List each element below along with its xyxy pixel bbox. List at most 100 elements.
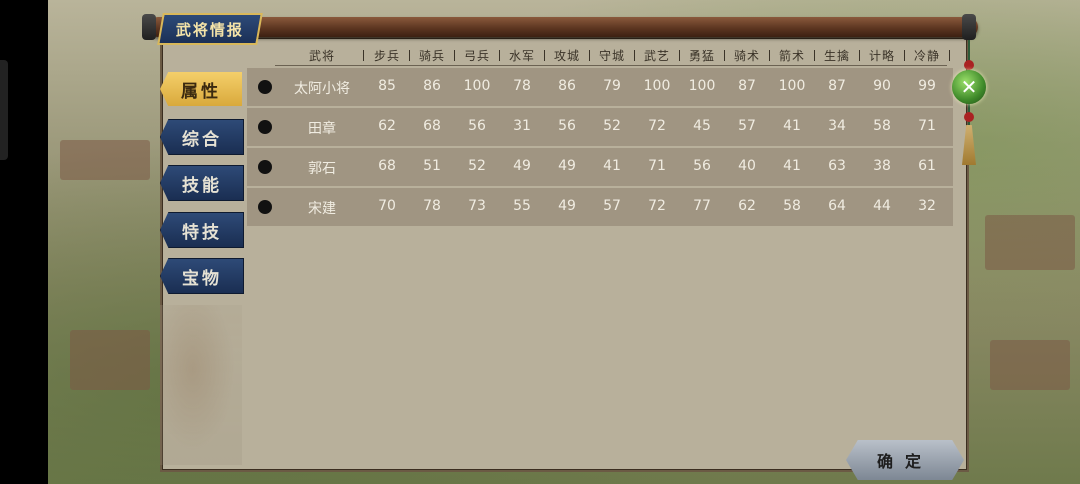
stat-value: 41 — [603, 158, 621, 174]
stat-value: 68 — [378, 158, 396, 174]
stat-value: 77 — [693, 198, 711, 214]
general-name: 太阿小将 — [294, 81, 350, 97]
table-row[interactable]: 太阿小将 85 86 100 78 86 79 100 100 87 100 87 90 99 — [247, 68, 953, 106]
stat-value: 72 — [648, 198, 666, 214]
header-stat: 计略 — [868, 49, 895, 63]
stat-value: 100 — [463, 78, 491, 94]
background-roof — [70, 330, 150, 390]
tab-overview[interactable]: 综合 — [160, 119, 244, 155]
attribute-table: 武将 步兵 骑兵 弓兵 水军 攻城 守城 武艺 勇猛 骑术 箭术 生擒 计略 冷静 太阿小将 85 86 100… — [247, 44, 953, 226]
table-header: 武将 步兵 骑兵 弓兵 水军 攻城 守城 武艺 勇猛 骑术 箭术 生擒 计略 冷静 — [247, 44, 953, 66]
stat-value: 40 — [738, 158, 756, 174]
general-name: 田章 — [308, 121, 336, 137]
close-icon[interactable]: ✕ — [952, 70, 986, 104]
ornament-tassel — [962, 125, 976, 165]
stat-value: 68 — [423, 118, 441, 134]
table-row[interactable]: 宋建 70 78 73 55 49 57 72 77 62 58 64 44 32 — [247, 188, 953, 226]
row-select-marker[interactable] — [258, 160, 272, 174]
close-ornament: ✕ — [950, 40, 988, 170]
stat-value: 32 — [918, 198, 936, 214]
stat-value: 62 — [738, 198, 756, 214]
table-row[interactable]: 田章 62 68 56 31 56 52 72 45 57 41 34 58 71 — [247, 108, 953, 146]
stat-value: 58 — [783, 198, 801, 214]
stat-value: 87 — [738, 78, 756, 94]
stat-value: 31 — [513, 118, 531, 134]
header-stat: 冷静 — [913, 49, 940, 63]
ornament-bead — [964, 60, 974, 70]
tab-column: 属性 综合 技能 特技 宝物 — [160, 65, 244, 466]
header-stat: 勇猛 — [688, 49, 715, 63]
stat-value: 41 — [783, 158, 801, 174]
header-stat: 弓兵 — [463, 49, 490, 63]
scroll-rod-cap-right — [962, 14, 976, 40]
header-general: 武将 — [308, 49, 335, 63]
header-stat: 攻城 — [553, 49, 580, 63]
stat-value: 51 — [423, 158, 441, 174]
tab-special-skills[interactable]: 特技 — [160, 212, 244, 248]
panel-title-plate: 武将情报 — [157, 13, 263, 45]
stat-value: 52 — [603, 118, 621, 134]
tab-attributes[interactable]: 属性 — [160, 72, 242, 106]
stat-value: 86 — [558, 78, 576, 94]
stat-value: 52 — [468, 158, 486, 174]
stat-value: 85 — [378, 78, 396, 94]
scroll-rod — [148, 17, 978, 37]
stat-value: 49 — [558, 198, 576, 214]
header-stat: 水军 — [508, 49, 535, 63]
row-select-marker[interactable] — [258, 80, 272, 94]
header-separator — [363, 50, 364, 61]
stat-value: 71 — [918, 118, 936, 134]
background-roof — [60, 140, 150, 180]
panel-title: 武将情报 — [175, 20, 244, 39]
stat-value: 90 — [873, 78, 891, 94]
close-glyph: ✕ — [960, 75, 978, 99]
header-stat: 守城 — [598, 49, 625, 63]
general-name: 郭石 — [308, 161, 336, 177]
stat-value: 100 — [688, 78, 716, 94]
header-stat: 武艺 — [643, 49, 670, 63]
row-select-marker[interactable] — [258, 200, 272, 214]
stat-value: 56 — [468, 118, 486, 134]
stat-value: 55 — [513, 198, 531, 214]
stat-value: 100 — [778, 78, 806, 94]
header-divider — [275, 65, 947, 66]
header-stat: 生擒 — [823, 49, 850, 63]
stat-value: 72 — [648, 118, 666, 134]
table-row[interactable]: 郭石 68 51 52 49 49 41 71 56 40 41 63 38 61 — [247, 148, 953, 186]
general-portrait-art — [160, 305, 242, 465]
stat-value: 71 — [648, 158, 666, 174]
stat-value: 56 — [693, 158, 711, 174]
stat-value: 61 — [918, 158, 936, 174]
stat-value: 100 — [643, 78, 671, 94]
stat-value: 73 — [468, 198, 486, 214]
row-select-marker[interactable] — [258, 120, 272, 134]
stat-value: 44 — [873, 198, 891, 214]
stat-value: 64 — [828, 198, 846, 214]
stat-value: 34 — [828, 118, 846, 134]
tab-treasures[interactable]: 宝物 — [160, 258, 244, 294]
stat-value: 49 — [558, 158, 576, 174]
header-stat: 骑兵 — [418, 49, 445, 63]
stat-value: 86 — [423, 78, 441, 94]
tab-skills[interactable]: 技能 — [160, 165, 244, 201]
stat-value: 58 — [873, 118, 891, 134]
stat-value: 70 — [378, 198, 396, 214]
stat-value: 79 — [603, 78, 621, 94]
stat-value: 63 — [828, 158, 846, 174]
stat-value: 41 — [783, 118, 801, 134]
stat-value: 57 — [603, 198, 621, 214]
header-stat: 步兵 — [373, 49, 400, 63]
ornament-bead — [964, 112, 974, 122]
header-stat: 骑术 — [733, 49, 760, 63]
stat-value: 57 — [738, 118, 756, 134]
stat-value: 49 — [513, 158, 531, 174]
stat-value: 38 — [873, 158, 891, 174]
stat-value: 56 — [558, 118, 576, 134]
stat-value: 45 — [693, 118, 711, 134]
screen-notch — [0, 60, 8, 160]
stat-value: 78 — [513, 78, 531, 94]
stat-value: 62 — [378, 118, 396, 134]
background-roof — [985, 215, 1075, 270]
confirm-button[interactable]: 确定 — [846, 440, 964, 480]
stat-value: 78 — [423, 198, 441, 214]
